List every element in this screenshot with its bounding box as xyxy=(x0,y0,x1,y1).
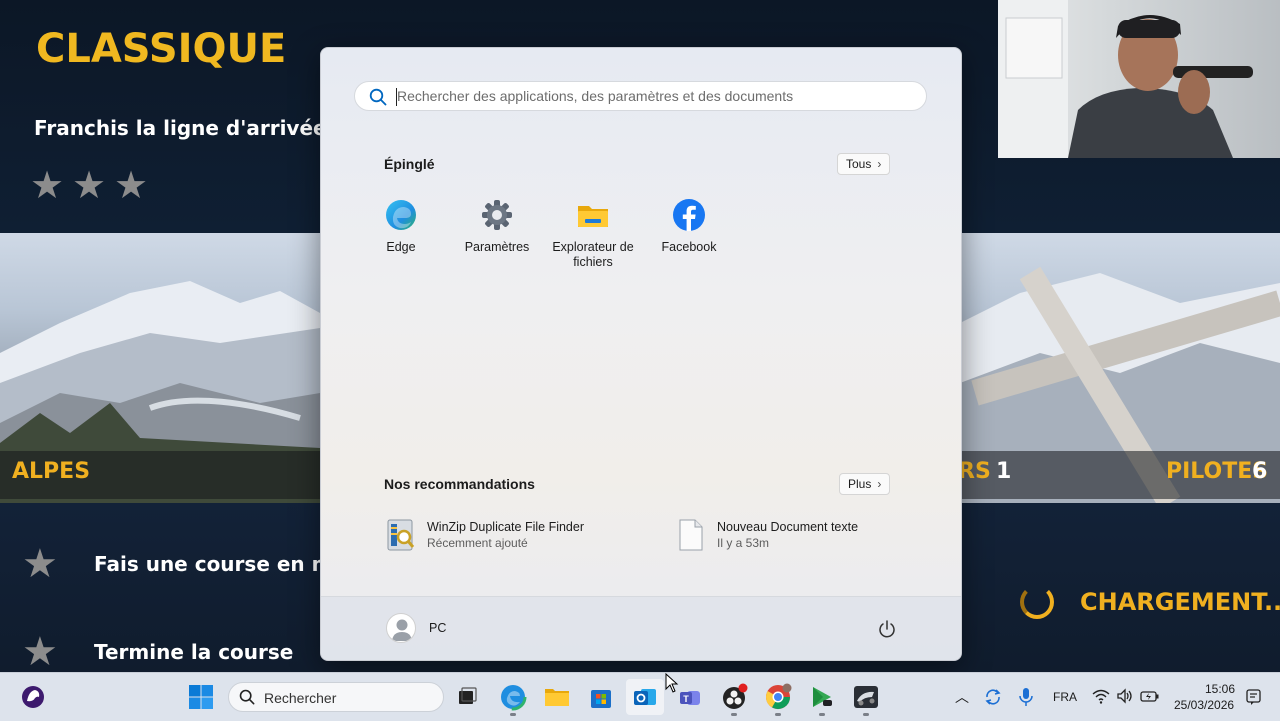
loading-indicator: CHARGEMENT... xyxy=(1020,585,1280,619)
svg-text:T: T xyxy=(683,694,689,704)
obs-icon[interactable] xyxy=(720,683,748,711)
task-view-icon[interactable] xyxy=(453,683,481,711)
rating-stars: ★ ★ ★ xyxy=(30,165,150,207)
taskbar: Rechercher T ︿ FRA 15:06 25/03/2026 xyxy=(0,672,1280,721)
mouse-cursor-icon xyxy=(665,673,679,693)
pinned-app-settings[interactable]: Paramètres xyxy=(449,198,545,255)
pinned-app-facebook[interactable]: Facebook xyxy=(641,198,737,255)
pinned-section-title: Épinglé xyxy=(384,156,435,172)
pinned-app-edge[interactable]: Edge xyxy=(353,198,449,255)
google-play-games-icon[interactable] xyxy=(808,683,836,711)
laps-value: 1 xyxy=(996,459,1012,484)
clock-date[interactable]: 25/03/2026 xyxy=(1174,698,1234,712)
input-language[interactable]: FRA xyxy=(1053,690,1077,704)
objective-text: Termine la course xyxy=(94,640,294,664)
text-document-icon xyxy=(679,519,703,551)
lion-app-icon[interactable] xyxy=(19,683,47,711)
more-recommendations-button[interactable]: Plus › xyxy=(839,473,891,495)
all-apps-button[interactable]: Tous › xyxy=(837,153,891,175)
start-search-box[interactable] xyxy=(354,81,927,111)
all-apps-label: Tous xyxy=(846,157,872,171)
taskbar-search-label: Rechercher xyxy=(264,690,337,706)
sync-icon[interactable] xyxy=(984,688,1002,706)
recommendation-name: Nouveau Document texte xyxy=(717,520,859,534)
recommendation-item[interactable]: Nouveau Document texte Il y a 53m xyxy=(675,518,858,552)
objective-row: ★ Termine la course xyxy=(22,630,294,672)
webcam-overlay xyxy=(998,0,1280,158)
star-icon: ★ xyxy=(114,165,149,207)
winzip-icon xyxy=(387,519,415,551)
battery-icon[interactable] xyxy=(1140,688,1160,704)
start-search-input[interactable] xyxy=(397,82,917,110)
recommendation-item[interactable]: WinZip Duplicate File Finder Récemment a… xyxy=(385,518,584,552)
track-name: ALPES xyxy=(12,459,91,484)
recommendation-meta: Il y a 53m xyxy=(717,536,770,550)
star-icon: ★ xyxy=(22,542,58,586)
gear-icon xyxy=(482,200,512,230)
running-indicator xyxy=(731,713,737,716)
user-name[interactable]: PC xyxy=(429,621,446,635)
chevron-right-icon: › xyxy=(877,477,882,491)
notification-bell-icon[interactable] xyxy=(1246,688,1262,706)
folder-icon xyxy=(578,206,608,227)
file-explorer-icon[interactable] xyxy=(543,683,571,711)
star-icon: ★ xyxy=(30,165,65,207)
pinned-app-label: Explorateur de fichiers xyxy=(552,240,634,269)
edge-icon xyxy=(386,200,416,230)
start-menu: Épinglé Tous › Edge Paramètres xyxy=(320,47,962,661)
chevron-up-icon[interactable]: ︿ xyxy=(955,687,969,707)
recommendations-section-title: Nos recommandations xyxy=(384,476,535,492)
laps-label: RS xyxy=(958,459,991,484)
wifi-icon[interactable] xyxy=(1092,688,1110,704)
star-icon: ★ xyxy=(22,630,58,672)
search-icon xyxy=(239,689,255,705)
volume-icon[interactable] xyxy=(1116,688,1134,704)
running-indicator xyxy=(775,713,781,716)
running-indicator xyxy=(863,713,869,716)
power-icon[interactable] xyxy=(877,619,897,639)
edge-taskbar-icon[interactable] xyxy=(499,683,527,711)
microphone-icon[interactable] xyxy=(1018,687,1034,707)
chevron-right-icon: › xyxy=(877,157,882,171)
user-avatar[interactable] xyxy=(386,613,416,643)
racing-game-icon[interactable] xyxy=(852,683,880,711)
chrome-icon[interactable] xyxy=(764,683,792,711)
recommendation-meta: Récemment ajouté xyxy=(427,536,528,550)
taskbar-search-box[interactable]: Rechercher xyxy=(228,682,444,712)
recommendation-name: WinZip Duplicate File Finder xyxy=(427,520,584,534)
more-label: Plus xyxy=(848,477,872,491)
spinner-icon xyxy=(1020,585,1054,619)
pinned-app-label: Facebook xyxy=(661,240,717,254)
windows-start-icon[interactable] xyxy=(187,683,215,711)
clock-time[interactable]: 15:06 xyxy=(1205,682,1235,696)
microsoft-store-icon[interactable] xyxy=(587,683,615,711)
search-icon xyxy=(369,88,387,106)
game-mode-title: CLASSIQUE xyxy=(36,26,287,72)
star-icon: ★ xyxy=(72,165,107,207)
start-menu-footer: PC xyxy=(321,596,961,660)
running-indicator xyxy=(819,713,825,716)
drivers-value: 6 xyxy=(1252,459,1268,484)
pinned-app-file-explorer[interactable]: Explorateur de fichiers xyxy=(545,198,641,270)
facebook-icon xyxy=(673,199,705,231)
pinned-app-label: Paramètres xyxy=(464,240,530,254)
teams-icon[interactable]: T xyxy=(676,683,704,711)
loading-text: CHARGEMENT... xyxy=(1080,588,1280,616)
outlook-icon[interactable] xyxy=(631,683,659,711)
running-indicator xyxy=(510,713,516,716)
user-icon xyxy=(392,619,412,641)
webcam-person xyxy=(998,0,1253,158)
pinned-app-label: Edge xyxy=(386,240,416,254)
